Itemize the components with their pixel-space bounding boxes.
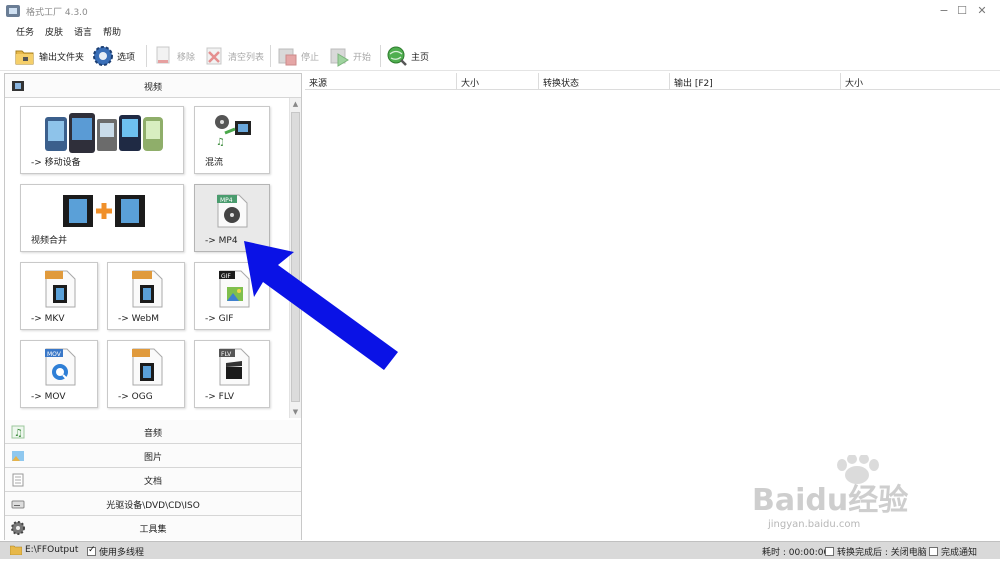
tile-label: -> MKV xyxy=(31,314,65,324)
elapsed-time: 耗时 : 00:00:00 xyxy=(762,548,830,558)
video-format-tiles: -> 移动设备 ♫ 混流 视频合并 MP4 -> MP4 -> MKV -> W… xyxy=(5,98,289,418)
output-path[interactable]: E:\FFOutput xyxy=(10,545,78,555)
home-globe-icon xyxy=(386,45,408,67)
column-output[interactable]: 输出 [F2] xyxy=(670,73,841,90)
start-icon xyxy=(328,45,350,67)
start-button[interactable]: 开始 xyxy=(328,44,371,68)
multithread-checkbox[interactable] xyxy=(87,545,96,556)
tile-mux[interactable]: ♫ 混流 xyxy=(194,106,270,174)
stop-button[interactable]: 停止 xyxy=(276,44,319,68)
tile-label: 混流 xyxy=(205,158,224,168)
minimize-button[interactable]: − xyxy=(936,3,952,19)
tile-label: -> FLV xyxy=(205,392,235,402)
category-tools[interactable]: 工具集 xyxy=(5,516,301,540)
format-factory-icon xyxy=(6,5,20,17)
tile-label: -> GIF xyxy=(205,314,234,324)
mux-icon: ♫ xyxy=(213,113,253,152)
toolbar: 输出文件夹 选项 移除 清空列表 停止 开始 主页 xyxy=(0,41,1000,71)
menu-skin[interactable]: 皮肤 xyxy=(45,25,63,38)
tile-scrollbar[interactable]: ▲ ▼ xyxy=(289,98,301,418)
scroll-up-icon[interactable]: ▲ xyxy=(290,98,301,110)
notify-option[interactable]: 完成通知 xyxy=(929,545,977,558)
mov-file-icon: MOV xyxy=(43,347,77,390)
tile-label: -> MOV xyxy=(31,392,66,402)
notify-checkbox[interactable] xyxy=(929,547,938,556)
menu-bar: 任务 皮肤 语言 帮助 xyxy=(0,22,1000,40)
gif-badge: GIF xyxy=(221,273,231,280)
scroll-thumb[interactable] xyxy=(291,112,300,402)
tile-label: -> OGG xyxy=(118,392,153,402)
options-button[interactable]: 选项 xyxy=(92,44,135,68)
tile-mp4[interactable]: MP4 -> MP4 xyxy=(194,184,270,252)
close-button[interactable]: ✕ xyxy=(974,3,990,19)
output-folder-button[interactable]: 输出文件夹 xyxy=(14,44,84,68)
clear-list-button[interactable]: 清空列表 xyxy=(203,44,264,68)
webm-file-icon xyxy=(130,269,164,312)
video-join-icon xyxy=(63,193,145,232)
tile-gif[interactable]: GIF -> GIF xyxy=(194,262,270,330)
tile-webm[interactable]: -> WebM xyxy=(107,262,185,330)
column-status[interactable]: 转换状态 xyxy=(539,73,670,90)
multithread-option[interactable]: 使用多线程 xyxy=(87,545,144,558)
home-button[interactable]: 主页 xyxy=(386,44,429,68)
column-size[interactable]: 大小 xyxy=(457,73,539,90)
category-disc[interactable]: 光驱设备\DVD\CD\ISO xyxy=(5,492,301,516)
flv-file-icon: FLV xyxy=(217,347,251,390)
mp4-file-icon: MP4 xyxy=(215,193,249,232)
gif-file-icon: GIF xyxy=(217,269,251,312)
window-title: 格式工厂 4.3.0 xyxy=(26,8,88,18)
mobile-devices-icon xyxy=(43,111,165,158)
menu-task[interactable]: 任务 xyxy=(16,25,34,38)
tile-label: -> WebM xyxy=(118,314,160,324)
category-audio[interactable]: ♫ 音频 xyxy=(5,420,301,444)
clear-list-icon xyxy=(203,45,225,67)
toolbar-separator xyxy=(380,45,381,67)
tile-mov[interactable]: MOV -> MOV xyxy=(20,340,98,408)
maximize-button[interactable]: ☐ xyxy=(954,3,970,19)
menu-language[interactable]: 语言 xyxy=(74,25,92,38)
shutdown-option[interactable]: 转换完成后 : 关闭电脑 xyxy=(825,545,927,558)
gear-icon xyxy=(92,45,114,67)
tile-mkv[interactable]: -> MKV xyxy=(20,262,98,330)
column-source[interactable]: 来源 xyxy=(305,73,457,90)
remove-button[interactable]: 移除 xyxy=(152,44,195,68)
mp4-badge: MP4 xyxy=(220,197,233,204)
baidu-watermark: Baidu经验 jingyan.baidu.com xyxy=(752,455,952,545)
folder-icon xyxy=(10,545,22,555)
flv-badge: FLV xyxy=(221,351,232,358)
category-document[interactable]: 文档 xyxy=(5,468,301,492)
toolbar-separator xyxy=(146,45,147,67)
ogg-file-icon xyxy=(130,347,164,390)
menu-help[interactable]: 帮助 xyxy=(103,25,121,38)
tile-ogg[interactable]: -> OGG xyxy=(107,340,185,408)
mov-badge: MOV xyxy=(47,351,62,358)
tile-flv[interactable]: FLV -> FLV xyxy=(194,340,270,408)
mkv-file-icon xyxy=(43,269,77,312)
column-output-size[interactable]: 大小 xyxy=(841,73,1000,90)
category-video[interactable]: 视频 xyxy=(5,74,301,98)
toolbar-separator xyxy=(270,45,271,67)
remove-icon xyxy=(152,45,174,67)
title-bar: 格式工厂 4.3.0 − ☐ ✕ xyxy=(0,0,1000,22)
scroll-down-icon[interactable]: ▼ xyxy=(290,406,301,418)
svg-text:♫: ♫ xyxy=(216,137,225,148)
folder-icon xyxy=(14,45,36,67)
tile-label: -> MP4 xyxy=(205,236,238,246)
taskbar-strip xyxy=(0,559,1000,563)
shutdown-checkbox[interactable] xyxy=(825,547,834,556)
tile-mobile-device[interactable]: -> 移动设备 xyxy=(20,106,184,174)
tile-video-join[interactable]: 视频合并 xyxy=(20,184,184,252)
stop-icon xyxy=(276,45,298,67)
tile-label: -> 移动设备 xyxy=(31,158,81,168)
category-picture[interactable]: 图片 xyxy=(5,444,301,468)
tile-label: 视频合并 xyxy=(31,236,68,246)
category-panel: 视频 -> 移动设备 ♫ 混流 视频合并 MP4 -> MP4 -> MKV -… xyxy=(4,73,302,540)
